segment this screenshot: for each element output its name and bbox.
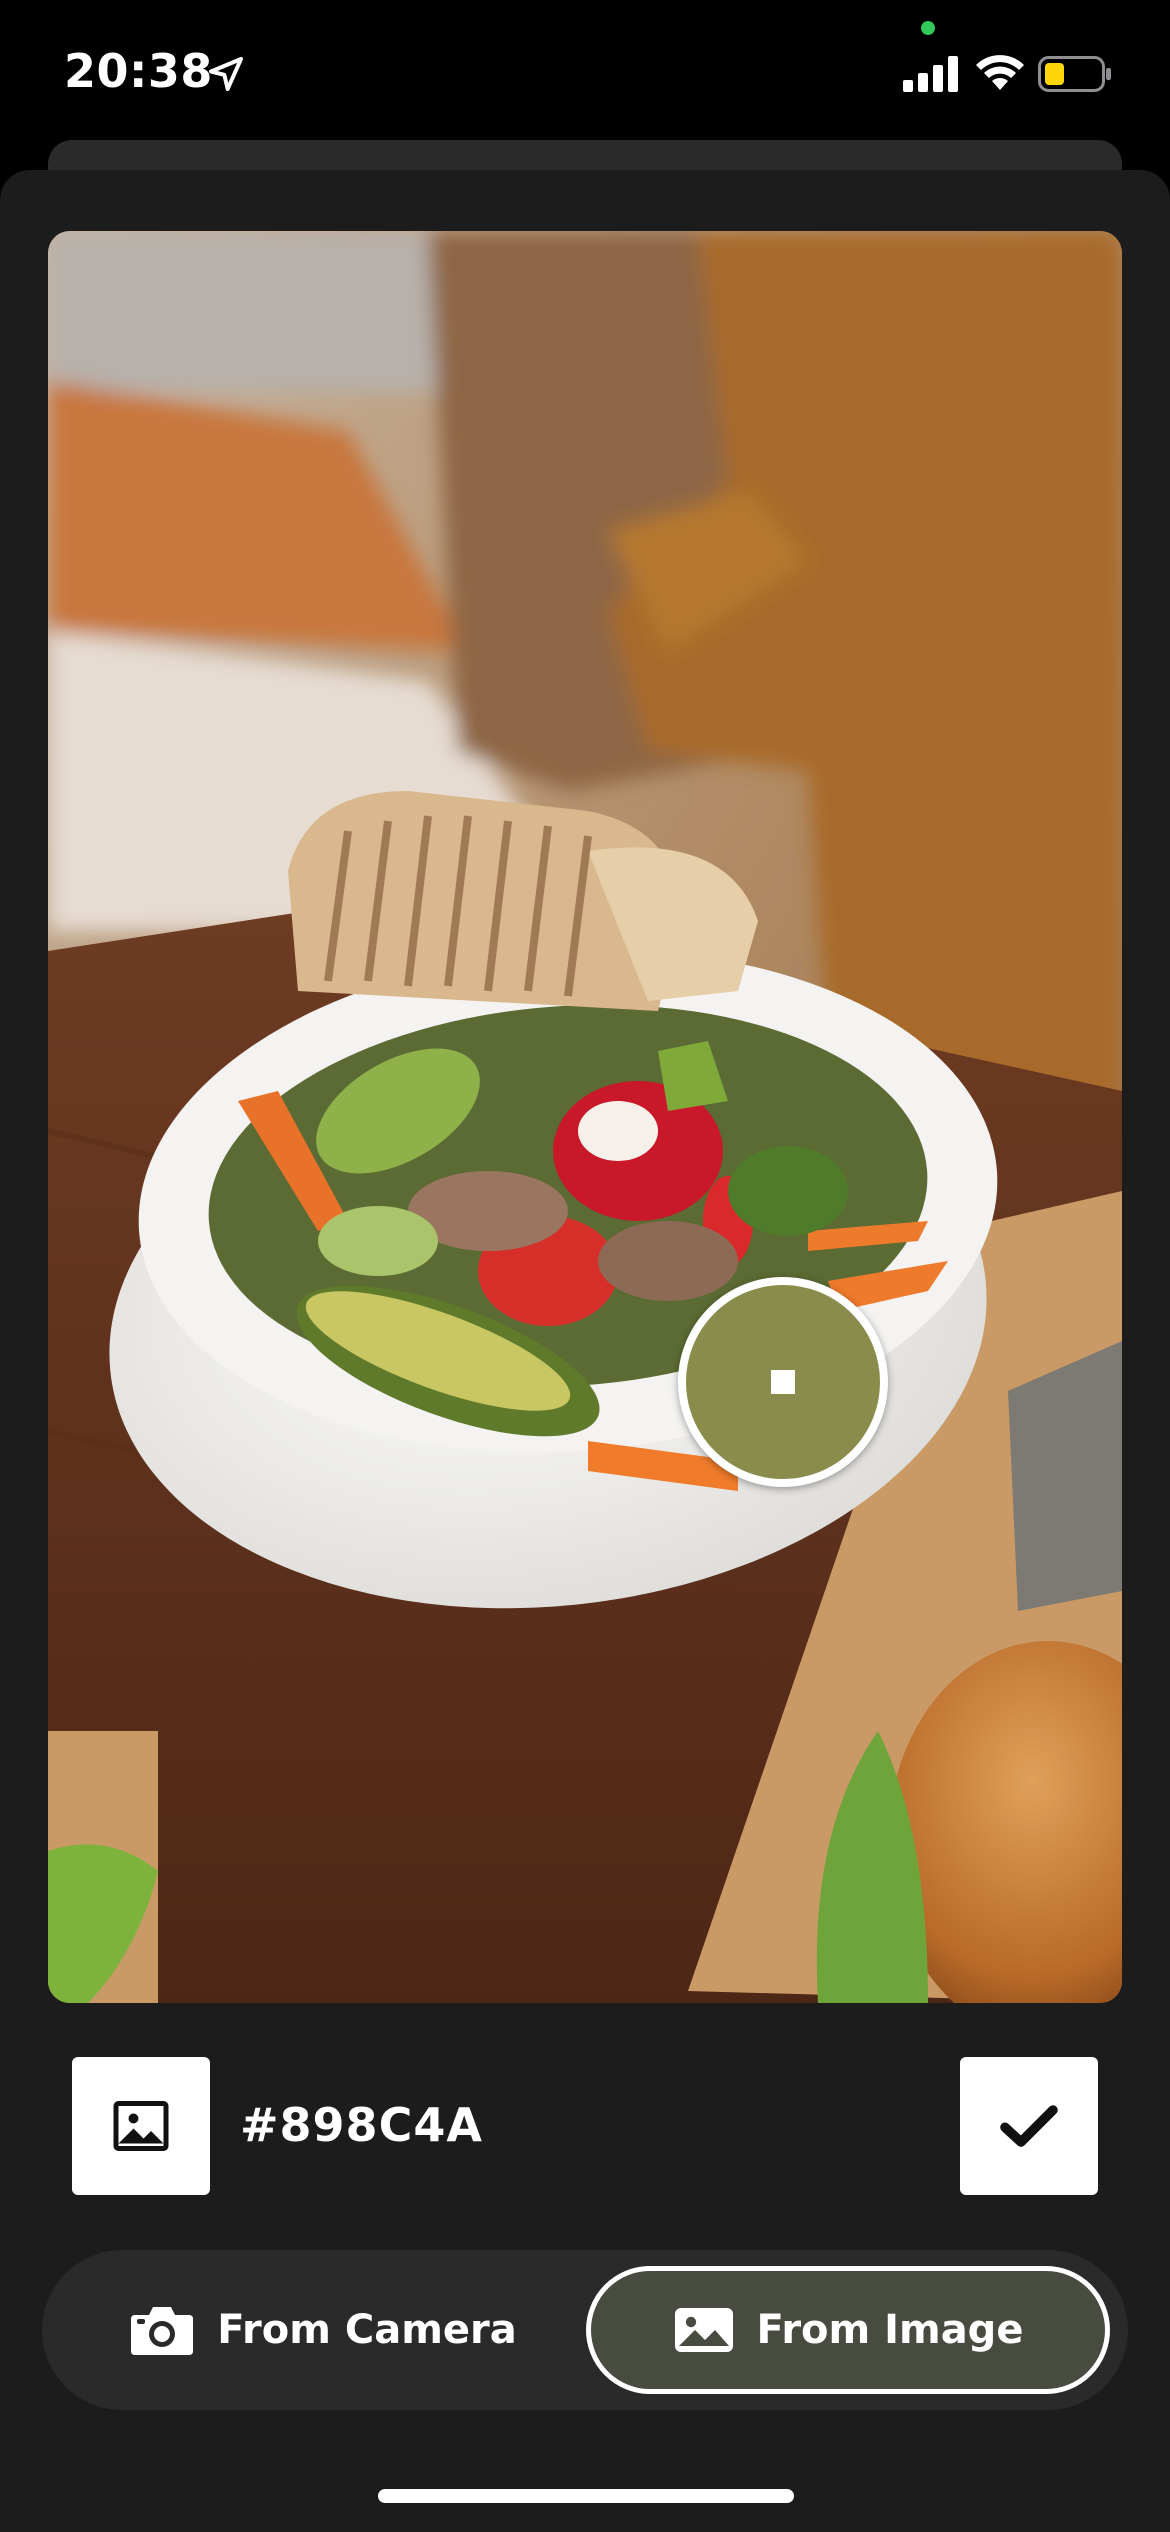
confirm-color-button[interactable] — [960, 2057, 1098, 2195]
privacy-indicator-dot — [921, 21, 935, 35]
status-time: 20:38 — [64, 44, 213, 98]
tab-from-image-label: From Image — [756, 2307, 1024, 2353]
battery-icon — [1038, 56, 1111, 92]
hex-color-value: #898C4A — [240, 2098, 483, 2152]
signal-icon — [903, 56, 958, 92]
camera-icon — [131, 2307, 194, 2355]
location-arrow-icon — [209, 57, 243, 91]
checkmark-icon — [1000, 2105, 1058, 2147]
pick-image-button[interactable] — [72, 2057, 210, 2195]
wifi-icon — [976, 55, 1024, 90]
tab-from-camera[interactable]: From Camera — [60, 2266, 586, 2394]
photo-icon — [674, 2308, 733, 2352]
source-segmented-control: From Camera From Image — [42, 2250, 1128, 2410]
tab-from-camera-label: From Camera — [217, 2307, 517, 2353]
source-photo[interactable] — [48, 231, 1122, 2003]
status-bar: 20:38 — [0, 0, 1170, 140]
color-picker-loupe[interactable] — [678, 1277, 888, 1487]
tab-from-image[interactable]: From Image — [586, 2266, 1110, 2394]
picker-crosshair-dot — [771, 1370, 795, 1394]
image-icon — [113, 2101, 169, 2151]
home-indicator — [378, 2489, 794, 2503]
color-picker-screen: 20:38 #898C4A From Camera From Image — [0, 0, 1170, 2532]
food-photo-illustration — [48, 231, 1122, 2003]
